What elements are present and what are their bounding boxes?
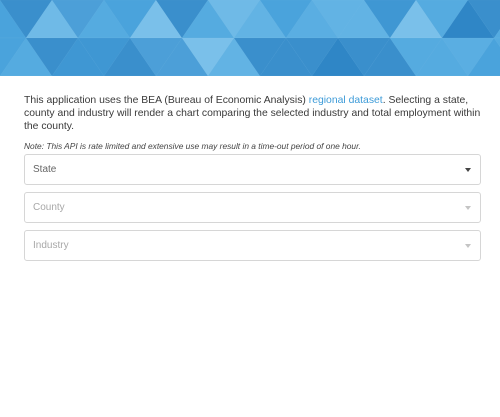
regional-dataset-link[interactable]: regional dataset bbox=[309, 95, 383, 106]
header-banner bbox=[0, 0, 500, 76]
industry-select[interactable]: Industry bbox=[24, 230, 481, 261]
county-select[interactable]: County bbox=[24, 192, 481, 223]
rate-limit-note: Note: This API is rate limited and exten… bbox=[24, 141, 361, 151]
main-content: This application uses the BEA (Bureau of… bbox=[24, 94, 481, 152]
triangle-pattern bbox=[0, 0, 500, 76]
chevron-down-icon bbox=[465, 206, 471, 210]
intro-paragraph: This application uses the BEA (Bureau of… bbox=[24, 94, 481, 133]
chevron-down-icon bbox=[465, 168, 471, 172]
state-select-placeholder: State bbox=[33, 164, 57, 175]
intro-text-start: This application uses the BEA (Bureau of… bbox=[24, 95, 309, 106]
chevron-down-icon bbox=[465, 244, 471, 248]
industry-select-placeholder: Industry bbox=[33, 240, 69, 251]
county-select-placeholder: County bbox=[33, 202, 65, 213]
state-select[interactable]: State bbox=[24, 154, 481, 185]
